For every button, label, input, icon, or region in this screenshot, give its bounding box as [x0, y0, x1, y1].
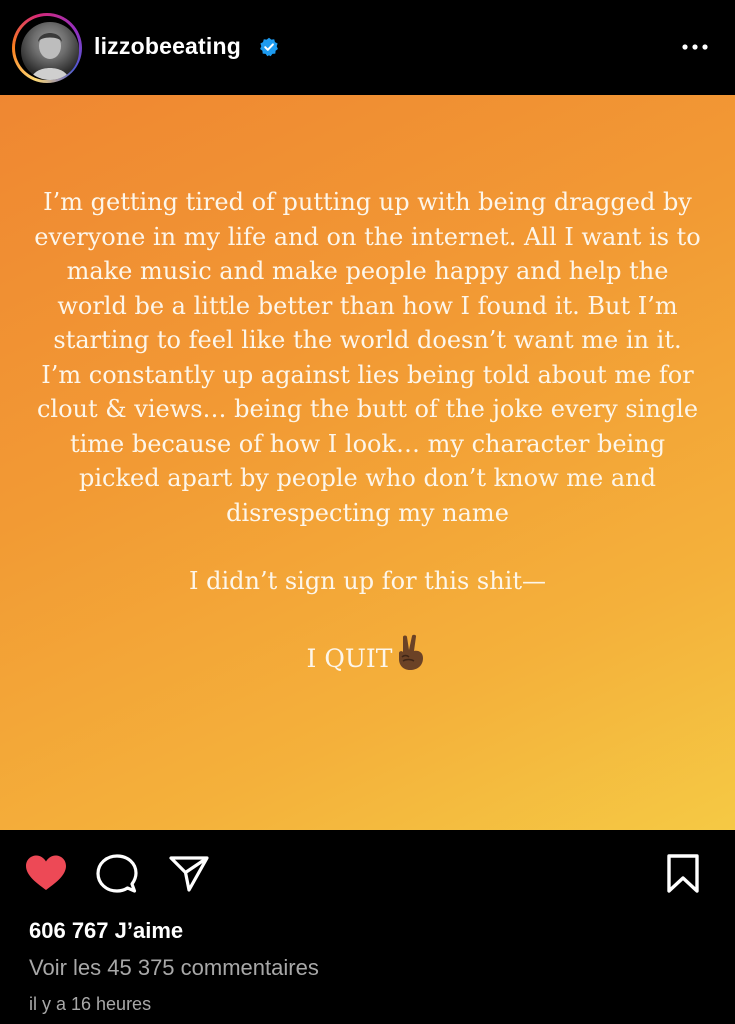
post-image[interactable]: I’m getting tired of putting up with bei…: [0, 95, 735, 830]
victory-hand-emoji-icon: [399, 634, 424, 670]
bookmark-icon[interactable]: [666, 854, 700, 894]
story-line-sign-up: I didn’t sign up for this shit—: [188, 567, 546, 595]
verified-badge-icon: [260, 37, 278, 57]
more-options-icon[interactable]: [680, 34, 710, 60]
comment-icon[interactable]: [96, 854, 138, 894]
username[interactable]: lizzobeeating: [94, 33, 241, 60]
story-paragraph: I’m getting tired of putting up with bei…: [34, 188, 701, 527]
avatar-photo-icon: [31, 33, 69, 80]
likes-count[interactable]: 606 767 J’aime: [29, 918, 183, 944]
story-line-quit: I QUIT: [30, 633, 705, 673]
story-quit-text: I QUIT: [306, 644, 393, 673]
post-actions: 606 767 J’aime Voir les 45 375 commentai…: [0, 830, 735, 1024]
view-comments-link[interactable]: Voir les 45 375 commentaires: [29, 955, 319, 981]
story-ring[interactable]: [12, 13, 82, 83]
avatar[interactable]: [21, 22, 79, 80]
post-timestamp: il y a 16 heures: [29, 994, 152, 1014]
post-header: lizzobeeating: [0, 0, 735, 95]
share-icon[interactable]: [168, 854, 210, 894]
heart-filled-icon[interactable]: [24, 854, 68, 892]
